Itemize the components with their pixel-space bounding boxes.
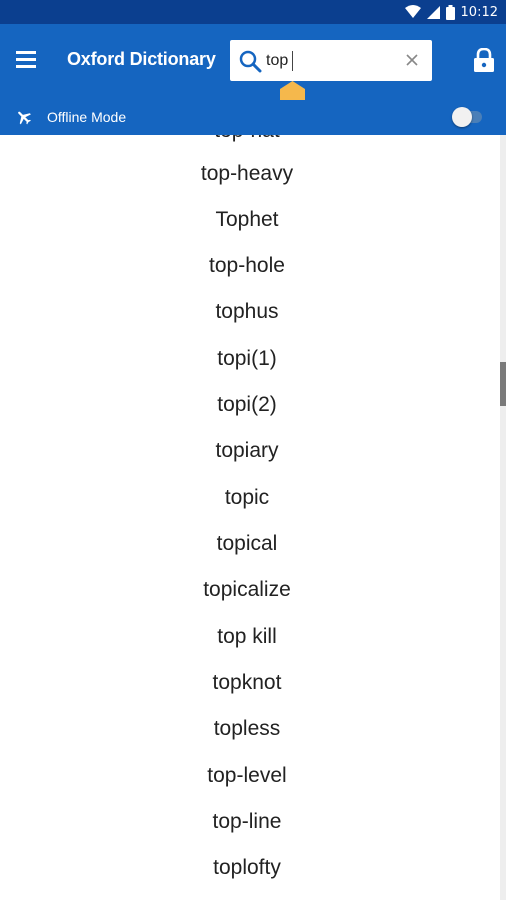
lock-icon[interactable] [474, 48, 494, 72]
list-item[interactable]: topicalize [0, 567, 494, 613]
menu-icon[interactable] [16, 51, 36, 69]
list-item[interactable]: toplofty [0, 845, 494, 891]
app-bar: Oxford Dictionary [0, 24, 506, 109]
search-box[interactable] [230, 40, 432, 81]
text-caret [292, 51, 293, 71]
list-item[interactable]: topknot [0, 660, 494, 706]
list-item[interactable]: topic [0, 475, 494, 521]
offline-mode-toggle[interactable] [452, 107, 482, 127]
signal-icon [426, 5, 440, 19]
airplane-icon [18, 111, 31, 125]
search-icon [239, 50, 262, 73]
list-item[interactable]: topless [0, 706, 494, 752]
list-item[interactable]: top-heavy [0, 151, 494, 197]
list-item[interactable]: Tophet [0, 197, 494, 243]
app-title: Oxford Dictionary [67, 49, 216, 69]
partial-list-item: top-hat [0, 135, 494, 143]
battery-icon [445, 4, 455, 20]
list-item[interactable]: topi(1) [0, 336, 494, 382]
clear-icon[interactable] [402, 50, 422, 70]
list-item[interactable]: topical [0, 521, 494, 567]
list-item[interactable]: topi(2) [0, 382, 494, 428]
offline-mode-label: Offline Mode [47, 109, 127, 125]
word-list: top-hat top-heavy Tophet top-hole tophus… [0, 135, 500, 900]
list-item[interactable]: tophus [0, 289, 494, 335]
list-item[interactable]: top kill [0, 614, 494, 660]
list-item[interactable]: topiary [0, 428, 494, 474]
search-input[interactable] [266, 50, 396, 72]
list-item[interactable]: top-hole [0, 243, 494, 289]
status-icons: 10:12 [404, 0, 498, 24]
scrollbar-thumb[interactable] [500, 362, 506, 406]
wifi-icon [404, 5, 421, 18]
scrollbar[interactable] [500, 135, 506, 900]
status-time: 10:12 [460, 4, 498, 20]
offline-mode-bar: Offline Mode [0, 100, 506, 135]
list-item[interactable]: top-level [0, 753, 494, 799]
toggle-thumb [452, 107, 472, 127]
list-item[interactable]: top-line [0, 799, 494, 845]
status-bar: 10:12 [0, 0, 506, 24]
